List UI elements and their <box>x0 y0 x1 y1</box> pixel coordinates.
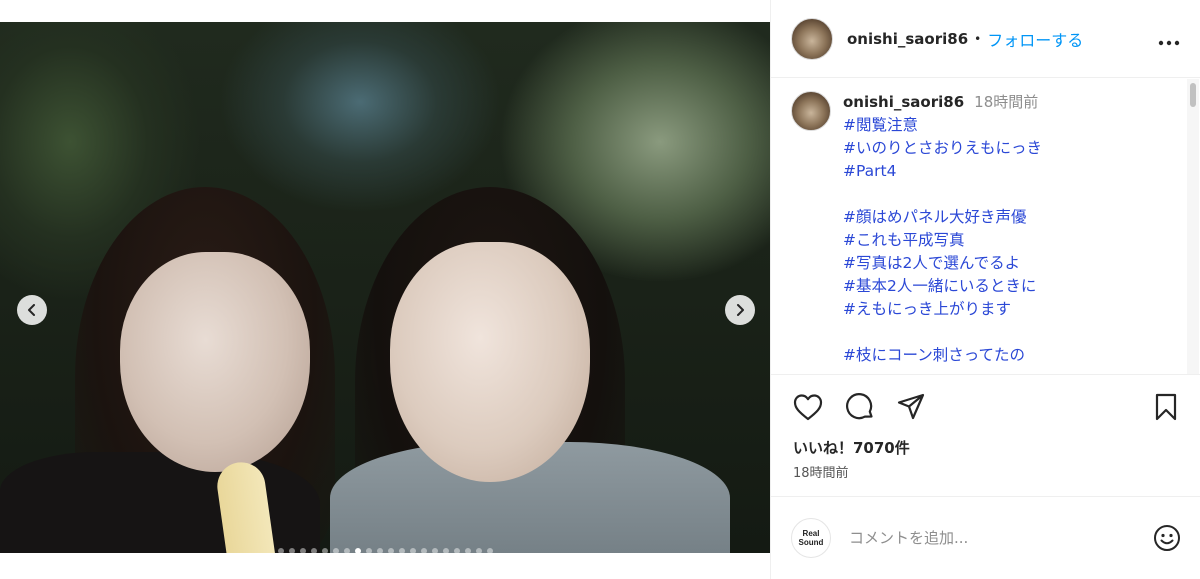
chevron-left-icon <box>28 304 35 316</box>
carousel-dot <box>288 548 295 553</box>
carousel-dot <box>376 548 383 553</box>
send-icon <box>897 393 925 420</box>
carousel-next-button[interactable] <box>725 295 755 325</box>
post-media[interactable] <box>0 22 770 553</box>
caption-hashtag[interactable]: #えもにっき上がります <box>843 298 1042 321</box>
carousel-dot <box>442 548 449 553</box>
post-timestamp[interactable]: 18時間前 <box>793 462 849 481</box>
emoji-button[interactable] <box>1153 524 1181 552</box>
caption-hashtag[interactable]: #Part4 <box>843 160 1042 183</box>
caption-hashtag[interactable]: #閲覧注意 <box>843 114 1042 137</box>
carousel-dot <box>453 548 460 553</box>
comment-icon <box>846 393 873 420</box>
carousel-dot <box>299 548 306 553</box>
chevron-right-icon <box>737 304 744 316</box>
carousel-dot <box>387 548 394 553</box>
caption-hashtag[interactable]: #いのりとさおりえもにっき <box>843 137 1042 160</box>
header-separator: • <box>974 31 982 46</box>
share-button[interactable] <box>897 393 925 421</box>
caption-hashtag[interactable]: #写真は2人で選んでるよ <box>843 252 1042 275</box>
carousel-dot <box>398 548 405 553</box>
photo-person-right-face <box>390 242 590 482</box>
carousel-dot <box>431 548 438 553</box>
post-actions <box>793 392 1178 422</box>
comment-button[interactable] <box>845 392 875 422</box>
heart-icon <box>793 394 823 421</box>
carousel-dot <box>464 548 471 553</box>
author-username[interactable]: onishi_saori86 <box>847 30 968 48</box>
emoji-icon <box>1154 525 1180 551</box>
realsound-logo-line2: Sound <box>798 538 824 547</box>
carousel-dot <box>409 548 416 553</box>
carousel-prev-button[interactable] <box>17 295 47 325</box>
caption-author-avatar[interactable] <box>791 91 831 131</box>
more-horizontal-icon <box>1158 40 1180 45</box>
photo-person-left-face <box>120 252 310 472</box>
save-button[interactable] <box>1154 393 1178 421</box>
caption-hashtag[interactable]: #基本2人一緒にいるときに <box>843 275 1042 298</box>
caption-hashtag[interactable]: #顔はめパネル大好き声優 <box>843 206 1042 229</box>
more-options-button[interactable] <box>1158 27 1180 51</box>
carousel-dot <box>332 548 339 553</box>
post-header: onishi_saori86 • フォローする <box>771 0 1200 78</box>
carousel-dot <box>486 548 493 553</box>
comment-bar: Real Sound <box>771 496 1200 579</box>
carousel-dot <box>475 548 482 553</box>
realsound-logo: Real Sound <box>791 518 831 558</box>
realsound-logo-line1: Real <box>802 529 820 538</box>
caption-hashtag[interactable]: #これも平成写真 <box>843 229 1042 252</box>
caption-hashtag[interactable]: #枝にコーン刺さってたの <box>843 344 1042 367</box>
carousel-dot <box>354 548 361 553</box>
like-button[interactable] <box>793 393 823 421</box>
carousel-dot <box>343 548 350 553</box>
caption-author-username[interactable]: onishi_saori86 <box>843 91 964 114</box>
carousel-dot <box>420 548 427 553</box>
likes-count[interactable]: いいね！7070件 <box>793 437 910 458</box>
follow-button[interactable]: フォローする <box>987 27 1083 51</box>
bookmark-icon <box>1155 393 1177 421</box>
caption-text: #閲覧注意 #いのりとさおりえもにっき #Part4 #顔はめパネル大好き声優 #これも… <box>843 114 1042 367</box>
author-avatar[interactable] <box>791 17 833 60</box>
carousel-indicator <box>0 548 770 553</box>
caption-section[interactable]: onishi_saori86 18時間前 #閲覧注意 #いのりとさおりえもにっき #… <box>771 79 1200 375</box>
carousel-dot <box>310 548 317 553</box>
caption-timestamp: 18時間前 <box>974 93 1039 111</box>
carousel-dot <box>277 548 284 553</box>
carousel-dot <box>365 548 372 553</box>
comment-input[interactable] <box>849 529 1153 547</box>
carousel-dot <box>321 548 328 553</box>
post-sidebar: onishi_saori86 • フォローする onishi_saori86 1… <box>770 0 1200 579</box>
caption-scrollbar-thumb[interactable] <box>1190 83 1196 107</box>
caption-scrollbar[interactable] <box>1187 79 1199 374</box>
